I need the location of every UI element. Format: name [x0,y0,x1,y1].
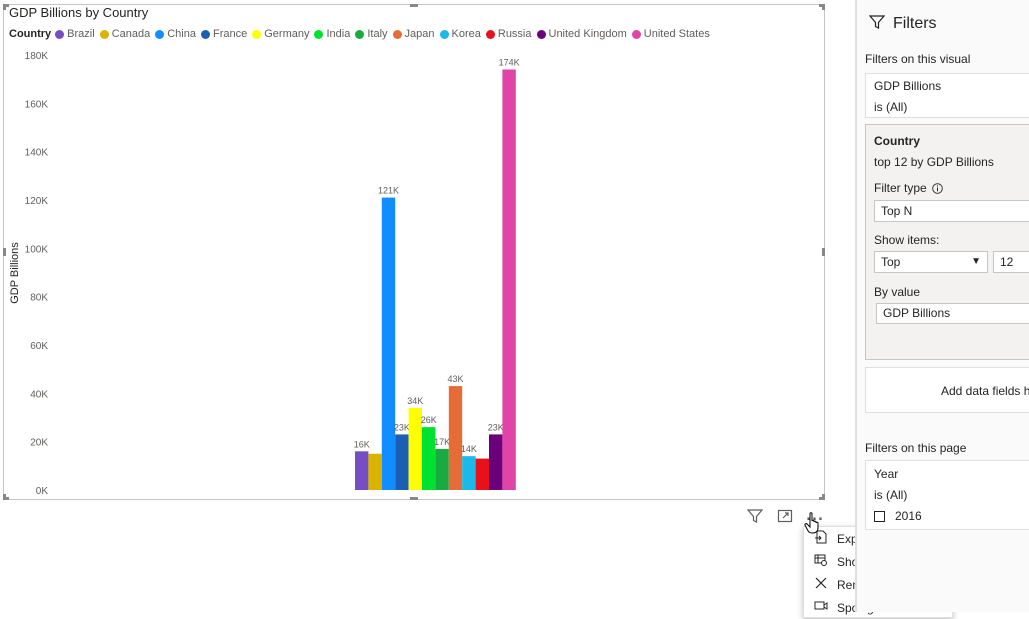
data-label: 34K [407,396,423,406]
resize-handle-bottom-right[interactable] [822,494,825,500]
bar[interactable] [475,458,489,490]
by-value-field-well[interactable]: GDP Billions [876,303,1029,324]
filter-card-country[interactable]: Country top 12 by GDP Billions Filter ty… [865,124,1029,360]
filter-card-field: Country [874,134,920,148]
bar[interactable] [381,197,396,491]
bar[interactable] [395,434,409,490]
bar[interactable] [435,448,449,490]
filter-card-field: GDP Billions [874,79,942,93]
show-items-direction-dropdown[interactable]: Top ▼ [874,251,988,273]
data-label: 23K [488,422,504,432]
filters-on-page-label: Filters on this page [865,441,967,455]
y-tick-label: 120K [25,196,49,207]
y-tick-label: 160K [25,99,49,110]
funnel-icon [868,14,886,33]
remove-icon [812,577,830,592]
filter-card-field: Year [874,467,899,481]
bar[interactable] [368,453,382,490]
data-label: 14K [461,444,477,454]
y-tick-label: 40K [30,389,48,400]
filter-card-summary: top 12 by GDP Billions [874,155,994,169]
info-icon[interactable] [931,182,943,194]
filter-type-label: Filter type [874,181,927,195]
resize-handle-left[interactable] [3,248,6,256]
data-label: 43K [447,374,463,384]
filter-type-dropdown[interactable]: Top N [874,200,1029,222]
data-label: 174K [499,58,520,68]
bar[interactable] [489,434,503,490]
spotlight-icon [812,600,830,615]
filters-title: Filters [893,14,937,32]
bar[interactable] [462,456,476,490]
filter-type-row: Filter type [874,181,943,195]
filters-pane: Filters Filters on this visual GDP Billi… [857,0,1029,612]
show-data-icon [812,553,830,570]
hand-pointer-cursor-icon [804,512,822,539]
add-data-fields-dropzone[interactable]: Add data fields h [865,367,1029,413]
year-option-row[interactable]: 2016 [874,509,922,523]
y-tick-label: 180K [25,51,49,62]
resize-handle-bottom[interactable] [410,497,418,500]
resize-handle-top-right[interactable] [822,4,825,10]
data-label: 23K [394,422,410,432]
chevron-down-icon: ▼ [971,256,981,267]
y-tick-label: 0K [36,486,49,497]
resize-handle-bottom-left[interactable] [3,494,6,500]
y-tick-label: 80K [30,293,48,304]
y-tick-label: 20K [30,438,48,449]
add-data-fields-label: Add data fields h [941,384,1029,398]
data-label: 26K [421,415,437,425]
filter-icon[interactable] [745,506,765,526]
year-option-checkbox[interactable] [874,510,885,522]
data-label: 17K [434,437,450,447]
y-tick-label: 140K [25,148,49,159]
filter-card-gdp-billions[interactable]: GDP Billions is (All) [865,73,1029,118]
year-option-label: 2016 [895,509,922,523]
chart-plot-area: 0K 20K 40K 60K 80K 100K 120K 140K 160K 180K GDP Bi… [9,51,520,497]
filter-card-condition: is (All) [874,100,908,114]
bar[interactable] [502,69,516,491]
bar[interactable] [355,451,369,490]
data-label: 121K [378,186,399,196]
bar[interactable] [448,386,463,490]
show-items-direction-value: Top [881,255,901,269]
filter-card-condition: is (All) [874,488,908,502]
by-value-label: By value [874,285,921,299]
filters-on-visual-label: Filters on this visual [865,52,971,66]
bar-chart-visual[interactable]: GDP Billions by Country Country Brazil Ca… [3,4,825,500]
data-label: 16K [354,439,370,449]
show-items-count-input[interactable]: 12 [993,251,1029,273]
resize-handle-top[interactable] [410,4,418,7]
resize-handle-right[interactable] [822,248,825,256]
y-tick-label: 100K [25,244,49,255]
y-tick-label: 60K [30,341,48,352]
filters-header: Filters [868,14,937,33]
show-items-label: Show items: [874,233,940,247]
resize-handle-top-left[interactable] [3,4,6,10]
y-axis-title: GDP Billions [9,242,21,304]
focus-mode-icon[interactable] [775,506,795,526]
filter-card-year[interactable]: Year is (All) 2016 [865,460,1029,530]
